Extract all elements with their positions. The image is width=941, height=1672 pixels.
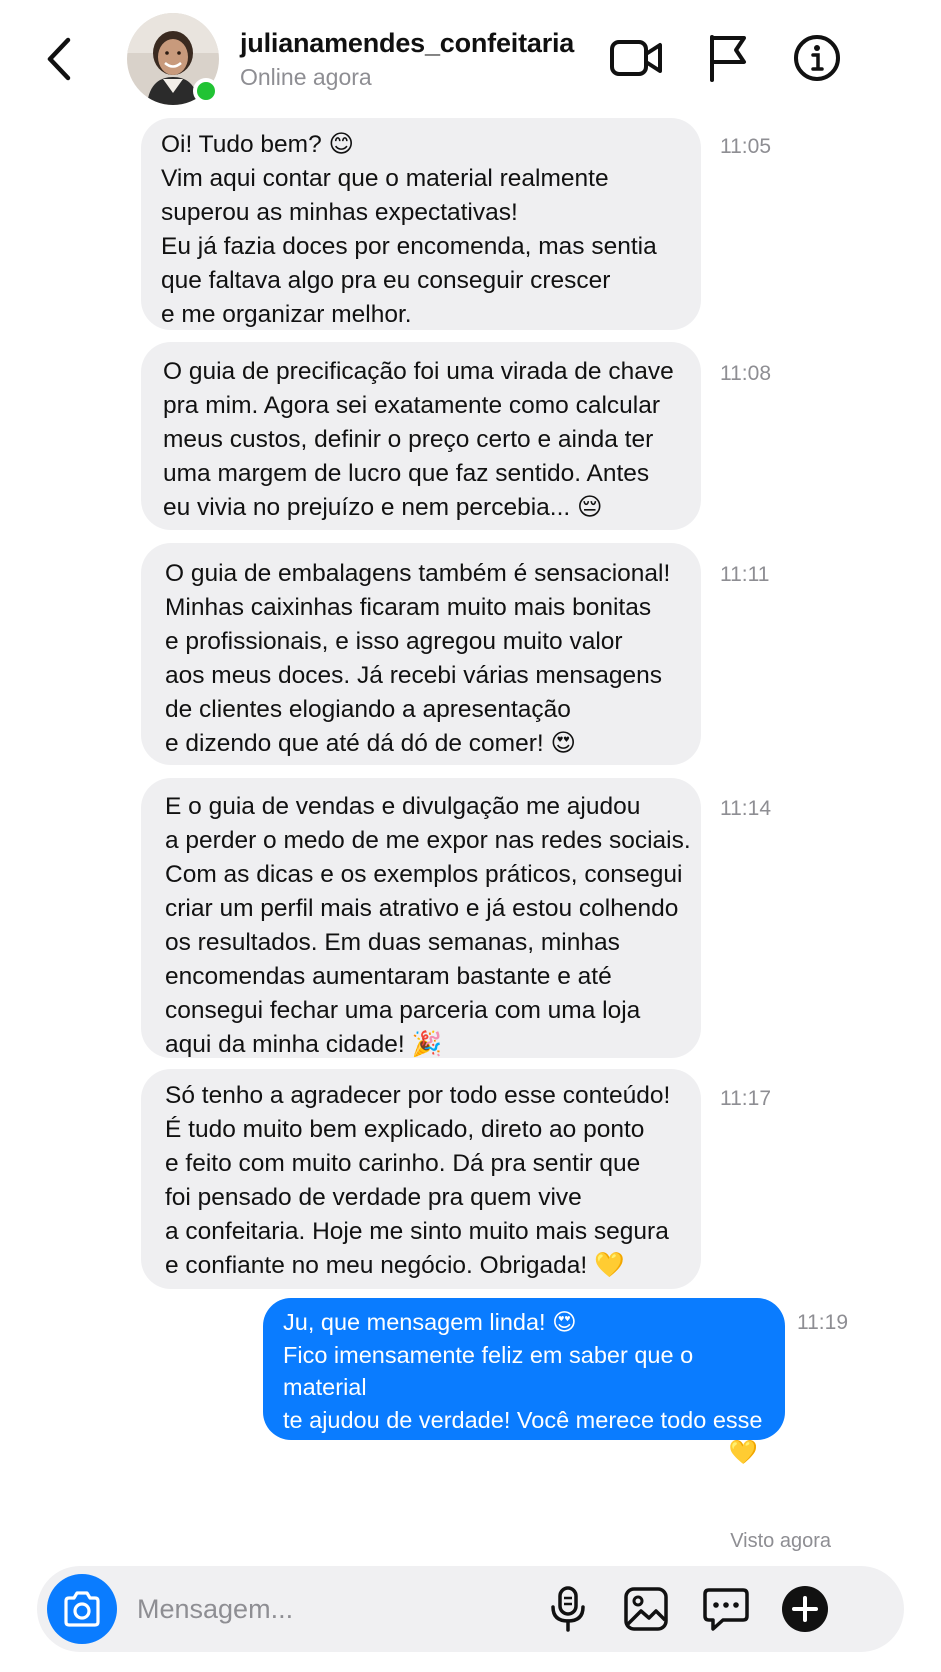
message-bubble-incoming[interactable]: O guia de embalagens também é sensaciona… — [141, 543, 701, 765]
message-time: 11:08 — [720, 362, 771, 385]
message-text: O guia de embalagens também é sensaciona… — [165, 560, 671, 757]
message-text: Ju, que mensagem linda! 😍 Fico imensamen… — [283, 1309, 763, 1465]
message-bubble-outgoing[interactable]: Ju, que mensagem linda! 😍 Fico imensamen… — [263, 1298, 785, 1465]
message-text: Oi! Tudo bem? 😊 Vim aqui contar que o ma… — [161, 131, 657, 328]
contact-status: Online agora — [240, 64, 372, 90]
message-text: Só tenho a agradecer por todo esse conte… — [165, 1082, 671, 1279]
chat-header: julianamendes_confeitaria Online agora — [0, 0, 941, 118]
message-bubble-incoming[interactable]: Só tenho a agradecer por todo esse conte… — [141, 1069, 701, 1289]
back-icon[interactable] — [40, 34, 80, 84]
message-time: 11:11 — [720, 563, 770, 586]
camera-icon[interactable] — [47, 1574, 117, 1644]
plus-icon[interactable] — [780, 1584, 830, 1634]
message-time: 11:14 — [720, 797, 771, 820]
video-call-icon[interactable] — [608, 32, 664, 84]
message-bubble-incoming[interactable]: Oi! Tudo bem? 😊 Vim aqui contar que o ma… — [141, 118, 701, 330]
message-bubble-incoming[interactable]: O guia de precificação foi uma virada de… — [141, 342, 701, 530]
message-time: 11:19 — [797, 1311, 848, 1334]
message-composer — [37, 1566, 904, 1652]
message-input[interactable] — [137, 1584, 557, 1634]
message-time: 11:17 — [720, 1087, 771, 1110]
online-status-dot — [193, 78, 219, 104]
flag-icon[interactable] — [700, 32, 756, 84]
message-text: O guia de precificação foi uma virada de… — [163, 358, 674, 521]
message-text: E o guia de vendas e divulgação me ajudo… — [165, 793, 691, 1058]
info-icon[interactable] — [789, 32, 845, 84]
microphone-icon[interactable] — [543, 1584, 593, 1634]
gallery-icon[interactable] — [621, 1584, 671, 1634]
message-time: 11:05 — [720, 135, 771, 158]
sticker-chat-icon[interactable] — [701, 1584, 751, 1634]
contact-username[interactable]: julianamendes_confeitaria — [240, 28, 574, 59]
seen-status: Visto agora — [730, 1530, 831, 1552]
message-bubble-incoming[interactable]: E o guia de vendas e divulgação me ajudo… — [141, 778, 701, 1058]
